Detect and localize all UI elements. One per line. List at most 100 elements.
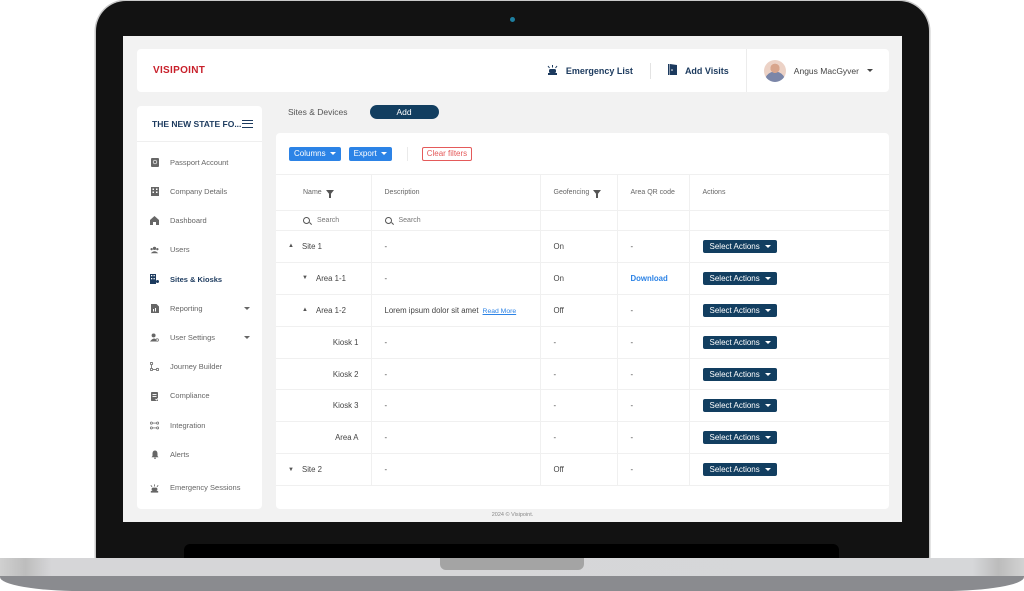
expand-icon[interactable]: ▼ xyxy=(302,275,316,281)
select-actions-button[interactable]: Select Actions xyxy=(702,399,777,413)
qr-value: - xyxy=(630,401,634,411)
filter-icon[interactable] xyxy=(593,189,602,198)
building-icon xyxy=(150,187,159,197)
select-actions-button[interactable]: Select Actions xyxy=(702,271,777,285)
qr-value: - xyxy=(630,369,634,379)
chevron-down-icon xyxy=(867,69,873,72)
row-name: ▲ Site 1 xyxy=(288,241,322,251)
select-actions-button[interactable]: Select Actions xyxy=(702,463,777,477)
footer-copyright: 2024 © Visipoint. xyxy=(491,512,534,518)
sidebar-item-journey-builder[interactable]: Journey Builder xyxy=(137,352,262,381)
select-actions-button[interactable]: Select Actions xyxy=(702,303,777,317)
columns-button[interactable]: Columns xyxy=(289,146,341,161)
row-geofencing: Off xyxy=(553,305,564,315)
search-icon xyxy=(384,217,392,224)
journey-icon xyxy=(150,362,159,372)
chevron-down-icon xyxy=(764,468,771,472)
chevron-down-icon xyxy=(764,276,771,280)
description-search-input[interactable]: Search xyxy=(372,217,540,224)
sidebar: THE NEW STATE FO... Passport Account Com… xyxy=(137,106,262,509)
sidebar-item-integration[interactable]: Integration xyxy=(137,411,262,440)
row-name: Area A xyxy=(335,433,359,443)
laptop-notch xyxy=(440,558,584,570)
column-header-name[interactable]: Name xyxy=(276,174,372,211)
sidebar-item-users[interactable]: Users xyxy=(137,236,262,265)
table-row: ▲ Site 1 - On - Select Actions xyxy=(276,230,889,263)
sidebar-item-company-details[interactable]: Company Details xyxy=(137,177,262,206)
sidebar-item-reporting[interactable]: Reporting xyxy=(137,294,262,323)
report-icon xyxy=(150,304,159,314)
user-avatar xyxy=(763,59,786,82)
table-header-row: Name Description Geofencing Area QR code… xyxy=(276,174,889,211)
chevron-down-icon xyxy=(764,404,771,408)
table-toolbar: Columns Export Clear filters xyxy=(276,133,889,174)
sites-table: Name Description Geofencing Area QR code… xyxy=(276,174,889,487)
collapse-icon[interactable]: ▲ xyxy=(302,307,316,313)
table-row: ▼ Area 1-1 - On Download Select Actions xyxy=(276,261,889,295)
sidebar-item-compliance[interactable]: Compliance xyxy=(137,382,262,411)
read-more-link[interactable]: Read More xyxy=(483,308,517,315)
add-visits-link[interactable]: Add Visits xyxy=(651,64,746,77)
emergency-list-link[interactable]: Emergency List xyxy=(530,64,650,77)
chevron-down-icon xyxy=(764,372,771,376)
siren-icon xyxy=(150,483,159,493)
select-actions-button[interactable]: Select Actions xyxy=(702,367,777,381)
qr-value: - xyxy=(630,305,634,315)
row-name: ▼ Site 2 xyxy=(288,465,322,475)
expand-icon[interactable]: ▼ xyxy=(288,467,302,473)
sidebar-item-alerts[interactable]: Alerts xyxy=(137,440,262,469)
row-name: ▼ Area 1-1 xyxy=(302,273,346,283)
page-header: Sites & Devices Add xyxy=(288,105,439,119)
sidebar-item-sites-kiosks[interactable]: Sites & Kiosks xyxy=(137,265,262,294)
sidebar-item-dashboard[interactable]: Dashboard xyxy=(137,206,262,235)
qr-value: - xyxy=(630,241,634,251)
toolbar-divider xyxy=(406,146,408,161)
app-screen: VISIPOINT Emergency List Add Visits Angu… xyxy=(123,36,902,522)
integration-icon xyxy=(150,421,159,430)
filter-icon[interactable] xyxy=(325,189,334,198)
row-description: - xyxy=(384,273,388,283)
user-settings-icon xyxy=(150,333,159,342)
user-menu[interactable]: Angus MacGyver xyxy=(745,49,889,92)
column-header-description[interactable]: Description xyxy=(370,174,541,211)
collapse-icon[interactable]: ▲ xyxy=(288,243,302,249)
table-row: Kiosk 1 - - - Select Actions xyxy=(276,325,889,359)
row-name: ▲ Area 1-2 xyxy=(302,305,346,315)
download-qr-link[interactable]: Download xyxy=(631,274,668,283)
chevron-down-icon xyxy=(244,336,250,340)
search-icon xyxy=(303,217,310,224)
add-button[interactable]: Add xyxy=(369,105,439,119)
sidebar-item-passport-account[interactable]: Passport Account xyxy=(137,148,262,177)
row-geofencing: On xyxy=(553,241,564,251)
column-header-geofencing[interactable]: Geofencing xyxy=(539,174,618,211)
bell-icon xyxy=(150,450,159,459)
door-icon xyxy=(667,64,677,77)
sites-table-card: Columns Export Clear filters Name Descri… xyxy=(276,133,889,509)
select-actions-button[interactable]: Select Actions xyxy=(702,239,777,253)
visipoint-logo[interactable]: VISIPOINT xyxy=(153,65,205,76)
name-search-input[interactable]: Search xyxy=(276,217,371,224)
row-geofencing: - xyxy=(553,337,557,347)
breadcrumb: Sites & Devices xyxy=(288,107,348,117)
column-header-qr[interactable]: Area QR code xyxy=(616,174,690,211)
sidebar-item-emergency-sessions[interactable]: Emergency Sessions xyxy=(137,469,262,507)
clear-filters-button[interactable]: Clear filters xyxy=(421,146,473,161)
row-description: - xyxy=(384,433,388,443)
top-header: VISIPOINT Emergency List Add Visits Angu… xyxy=(137,49,889,92)
row-description: - xyxy=(384,401,388,411)
select-actions-button[interactable]: Select Actions xyxy=(702,335,777,349)
org-selector[interactable]: THE NEW STATE FO... xyxy=(137,106,262,142)
row-description: - xyxy=(384,241,388,251)
filter-row: Search Search xyxy=(276,210,889,231)
table-row: Kiosk 2 - - - Select Actions xyxy=(276,357,889,391)
row-geofencing: Off xyxy=(553,465,564,475)
passport-icon xyxy=(150,158,159,168)
select-actions-button[interactable]: Select Actions xyxy=(702,431,777,445)
row-geofencing: On xyxy=(553,273,564,283)
menu-icon[interactable] xyxy=(242,119,253,128)
chevron-down-icon xyxy=(764,436,771,440)
sidebar-item-user-settings[interactable]: User Settings xyxy=(137,323,262,352)
export-button[interactable]: Export xyxy=(348,146,392,161)
camera-dot xyxy=(510,17,515,22)
sites-icon xyxy=(150,274,159,285)
